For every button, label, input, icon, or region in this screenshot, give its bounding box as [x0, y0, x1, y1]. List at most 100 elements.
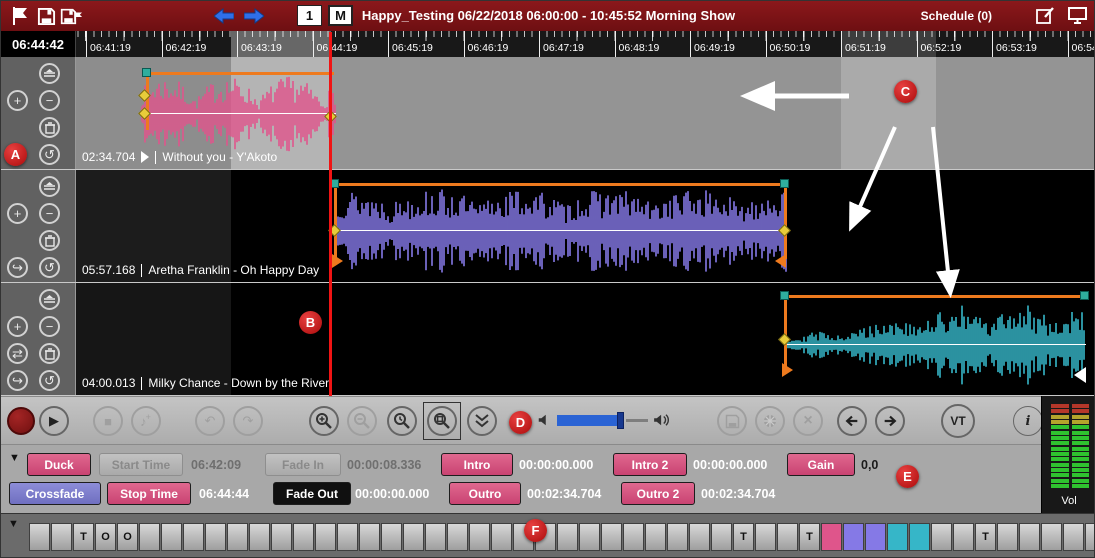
save-icon[interactable]	[35, 6, 57, 26]
strip-cell-o[interactable]: O	[95, 523, 116, 551]
start-time-button[interactable]: Start Time	[99, 453, 183, 476]
stop-time-button[interactable]: Stop Time	[107, 482, 191, 505]
crossfade-button[interactable]: Crossfade	[9, 482, 101, 505]
strip-cell[interactable]	[997, 523, 1018, 551]
pennant-icon[interactable]	[9, 6, 31, 26]
strip-cell-purple[interactable]	[843, 523, 864, 551]
strip-cell[interactable]	[161, 523, 182, 551]
zoom-in-track-button[interactable]: +	[7, 316, 28, 337]
strip-cell[interactable]	[315, 523, 336, 551]
strip-cell-t[interactable]: T	[975, 523, 996, 551]
envelope-handle[interactable]	[142, 68, 151, 77]
envelope-handle[interactable]	[1080, 291, 1089, 300]
track3-lane[interactable]: 04:00.013 Milky Chance - Down by the Riv…	[76, 283, 1095, 395]
eject-button[interactable]	[39, 63, 60, 84]
volume-envelope[interactable]	[784, 295, 1086, 298]
trash-button[interactable]	[39, 230, 60, 251]
strip-cell[interactable]	[447, 523, 468, 551]
strip-cell[interactable]	[1041, 523, 1062, 551]
volume-envelope[interactable]	[146, 72, 334, 75]
zoom-out-track-button[interactable]: −	[39, 203, 60, 224]
page-number-box[interactable]: 1	[297, 5, 322, 26]
gain-button[interactable]: Gain	[787, 453, 855, 476]
curve-button[interactable]: ↪	[7, 257, 28, 278]
envelope-handle[interactable]	[780, 179, 789, 188]
track2-lane[interactable]: 05:57.168 Aretha Franklin - Oh Happy Day	[76, 170, 1095, 282]
strip-cell[interactable]	[271, 523, 292, 551]
track1-lane[interactable]: 02:34.704 Without you - Y'Akoto	[76, 57, 1095, 169]
strip-cell[interactable]	[337, 523, 358, 551]
cancel-icon[interactable]: ×	[793, 406, 823, 436]
volume-max-icon[interactable]	[653, 413, 671, 432]
strip-cell-teal[interactable]	[887, 523, 908, 551]
outro2-button[interactable]: Outro 2	[621, 482, 695, 505]
strip-cell[interactable]	[623, 523, 644, 551]
undo-loop-button[interactable]: ↺	[39, 144, 60, 165]
undo-loop-button[interactable]: ↺	[39, 370, 60, 391]
redo-button[interactable]: ↷	[233, 406, 263, 436]
fade-in-button[interactable]: Fade In	[265, 453, 341, 476]
strip-cell[interactable]	[557, 523, 578, 551]
strip-cell[interactable]	[689, 523, 710, 551]
strip-cell[interactable]	[1019, 523, 1040, 551]
strip-cell-pink[interactable]	[821, 523, 842, 551]
volume-envelope-edge[interactable]	[784, 183, 787, 259]
zoom-fit-icon[interactable]	[427, 406, 457, 436]
strip-cell[interactable]	[469, 523, 490, 551]
intro2-button[interactable]: Intro 2	[613, 453, 687, 476]
end-marker-triangle[interactable]	[1074, 367, 1086, 383]
strip-cell[interactable]	[403, 523, 424, 551]
waveform-3[interactable]	[784, 303, 1086, 387]
volume-envelope-edge[interactable]	[146, 72, 149, 130]
fade-in-triangle[interactable]	[782, 363, 793, 377]
volume-slider-handle[interactable]	[617, 412, 624, 429]
strip-cell-t[interactable]: T	[733, 523, 754, 551]
monitor-icon[interactable]	[1066, 6, 1088, 26]
strip-cell-o[interactable]: O	[117, 523, 138, 551]
fade-in-triangle[interactable]	[332, 254, 343, 268]
fade-out-button[interactable]: Fade Out	[273, 482, 351, 505]
zoom-out-icon[interactable]	[347, 406, 377, 436]
expand-all-icon[interactable]	[467, 406, 497, 436]
strip-cell[interactable]	[755, 523, 776, 551]
eject-button[interactable]	[39, 176, 60, 197]
strip-cell[interactable]	[183, 523, 204, 551]
collapse-strip-button[interactable]: ▼	[8, 519, 19, 530]
strip-cell[interactable]	[293, 523, 314, 551]
envelope-handle[interactable]	[780, 291, 789, 300]
fade-out-triangle[interactable]	[775, 254, 786, 268]
zoom-out-track-button[interactable]: −	[39, 90, 60, 111]
strip-cell[interactable]	[381, 523, 402, 551]
volume-slider[interactable]	[557, 410, 649, 432]
zoom-time-icon[interactable]	[387, 406, 417, 436]
play-button[interactable]: ▶	[39, 406, 69, 436]
m-button[interactable]: M	[328, 5, 353, 26]
voice-track-button[interactable]: VT	[941, 404, 975, 438]
volume-envelope-edge[interactable]	[334, 183, 337, 259]
record-button[interactable]	[7, 407, 35, 435]
forward-arrow-icon[interactable]	[243, 6, 265, 26]
strip-cell[interactable]	[667, 523, 688, 551]
zoom-in-track-button[interactable]: +	[7, 90, 28, 111]
undo-button[interactable]: ↶	[195, 406, 225, 436]
log-edit-icon[interactable]	[1034, 6, 1056, 26]
waveform-1[interactable]	[141, 75, 336, 153]
strip-cell[interactable]	[227, 523, 248, 551]
previous-item-icon[interactable]	[837, 406, 867, 436]
next-item-icon[interactable]	[875, 406, 905, 436]
strip-cell[interactable]	[491, 523, 512, 551]
save-all-icon[interactable]	[60, 6, 82, 26]
zoom-in-icon[interactable]	[309, 406, 339, 436]
strip-cell[interactable]	[579, 523, 600, 551]
strip-cell[interactable]	[711, 523, 732, 551]
trash-button[interactable]	[39, 343, 60, 364]
strip-cell[interactable]	[139, 523, 160, 551]
strip-cell[interactable]	[29, 523, 50, 551]
timeline-ruler[interactable]: 06:41:1906:42:1906:43:1906:44:1906:45:19…	[76, 31, 1095, 57]
strip-cell[interactable]	[1085, 523, 1095, 551]
strip-cell[interactable]	[777, 523, 798, 551]
strip-cell[interactable]	[601, 523, 622, 551]
intro-button[interactable]: Intro	[441, 453, 513, 476]
curve-button[interactable]: ↪	[7, 370, 28, 391]
outro-button[interactable]: Outro	[449, 482, 521, 505]
